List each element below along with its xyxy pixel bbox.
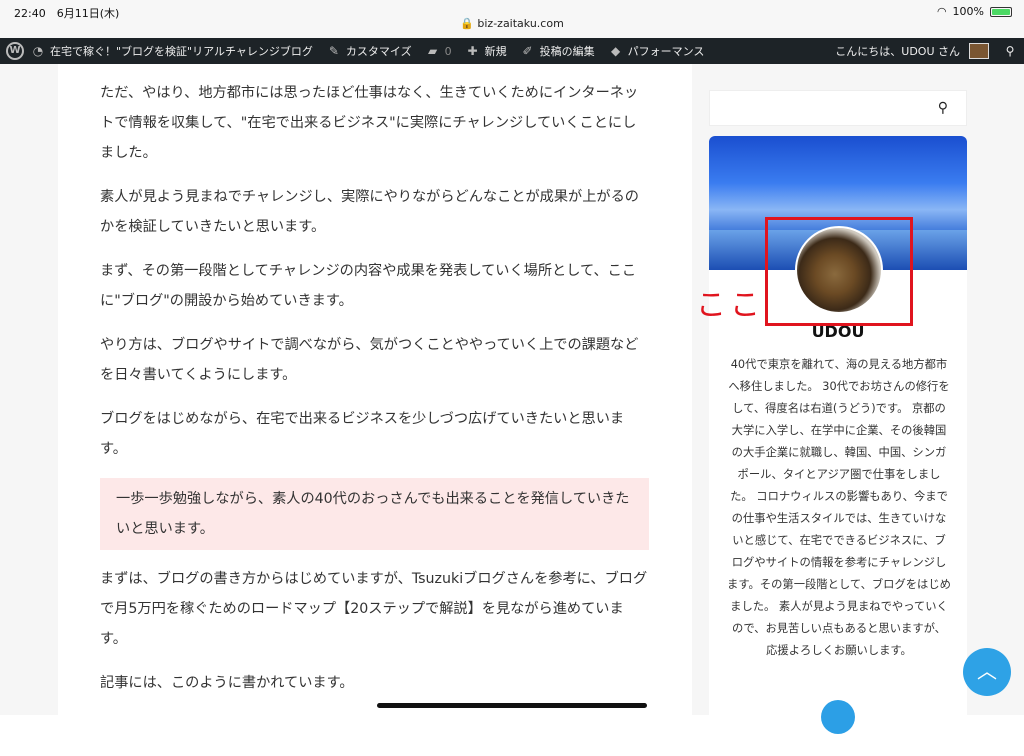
admin-search-button[interactable]: ⚲ [996, 44, 1024, 58]
paragraph: 素人が見よう見まねでチャレンジし、実際にやりながらどんなことが成果が上がるのかを… [100, 189, 639, 235]
home-indicator [377, 703, 647, 708]
wifi-icon: ◠ [936, 5, 947, 18]
search-icon[interactable]: ⚲ [938, 100, 948, 116]
performance-icon: ◆ [610, 44, 621, 58]
plus-icon: ✚ [467, 44, 478, 58]
site-name-link[interactable]: ◔ 在宅で稼ぐ！"ブログを検証"リアルチャレンジブログ [24, 43, 320, 59]
performance-label: パフォーマンス [627, 45, 705, 58]
performance-link[interactable]: ◆ パフォーマンス [602, 43, 712, 59]
ios-status-bar: 22:40 6月11日(木) 🔒 biz-zaitaku.com ◠ 100% [0, 0, 1024, 38]
paragraph: まずは、ブログの書き方からはじめていますが、Tsuzukiブログさんを参考に、ブ… [100, 571, 648, 647]
url-domain[interactable]: 🔒 biz-zaitaku.com [0, 17, 1024, 30]
customize-link[interactable]: ✎ カスタマイズ [320, 43, 419, 59]
scroll-to-top-button[interactable]: ︿ [963, 648, 1011, 696]
annotation-label: ここ [696, 288, 764, 323]
comments-link[interactable]: ▰ 0 [419, 44, 459, 58]
profile-bio: 40代で東京を離れて、海の見える地方都市へ移住しました。 30代でお坊さんの修行… [727, 358, 951, 657]
customize-label: カスタマイズ [345, 45, 412, 58]
edit-post-label: 投稿の編集 [539, 45, 595, 58]
page: ただ、やはり、地方都市には思ったほど仕事はなく、生きていくためにインターネットで… [0, 64, 1024, 756]
post-body: ただ、やはり、地方都市には思ったほど仕事はなく、生きていくためにインターネットで… [100, 78, 650, 712]
sidebar: ⚲ UDOU 40代で東京を離れて、海の見える地方都市へ移住しました。 30代で… [709, 90, 967, 756]
main-content: ただ、やはり、地方都市には思ったほど仕事はなく、生きていくためにインターネットで… [58, 64, 692, 715]
twitter-icon[interactable] [821, 700, 855, 734]
search-icon: ⚲ [1005, 44, 1015, 58]
brush-icon: ✎ [328, 44, 339, 58]
user-avatar [969, 43, 989, 59]
wp-admin-bar: W ◔ 在宅で稼ぐ！"ブログを検証"リアルチャレンジブログ ✎ カスタマイズ ▰ 0 … [0, 38, 1024, 64]
greeting-label: こんにちは、UDOU さん [835, 45, 960, 58]
comment-icon: ▰ [427, 44, 438, 58]
battery-icon [990, 6, 1012, 17]
sidebar-search-input[interactable]: ⚲ [709, 90, 967, 126]
domain-text: biz-zaitaku.com [477, 17, 564, 30]
paragraph: ブログをはじめながら、在宅で出来るビジネスを少しづつ広げていきたいと思います。 [100, 411, 625, 457]
battery-percent: 100% [952, 5, 984, 18]
comments-count: 0 [444, 44, 452, 58]
paragraph: 記事には、このように書かれています。 [100, 675, 354, 691]
pencil-icon: ✐ [522, 44, 533, 58]
status-right: ◠ 100% [937, 5, 1012, 18]
new-link[interactable]: ✚ 新規 [459, 43, 514, 59]
annotation-red-box [765, 217, 913, 326]
paragraph: やり方は、ブログやサイトで調べながら、気がつくことややっていく上での課題などを日… [100, 337, 639, 383]
site-name-label: 在宅で稼ぐ！"ブログを検証"リアルチャレンジブログ [50, 45, 313, 58]
highlight-box: 一歩一歩勉強しながら、素人の40代のおっさんでも出来ることを発信していきたいと思… [100, 478, 649, 550]
wordpress-icon[interactable]: W [6, 42, 24, 60]
paragraph: まず、その第一段階としてチャレンジの内容や成果を発表していく場所として、ここに"… [100, 263, 637, 309]
dashboard-icon: ◔ [32, 44, 44, 58]
edit-post-link[interactable]: ✐ 投稿の編集 [514, 43, 602, 59]
chevron-up-icon: ︿ [977, 659, 997, 683]
admin-bar-right: こんにちは、UDOU さん ⚲ [828, 43, 1024, 59]
account-link[interactable]: こんにちは、UDOU さん [828, 43, 996, 59]
paragraph: ただ、やはり、地方都市には思ったほど仕事はなく、生きていくためにインターネットで… [100, 85, 639, 161]
new-label: 新規 [484, 45, 507, 58]
